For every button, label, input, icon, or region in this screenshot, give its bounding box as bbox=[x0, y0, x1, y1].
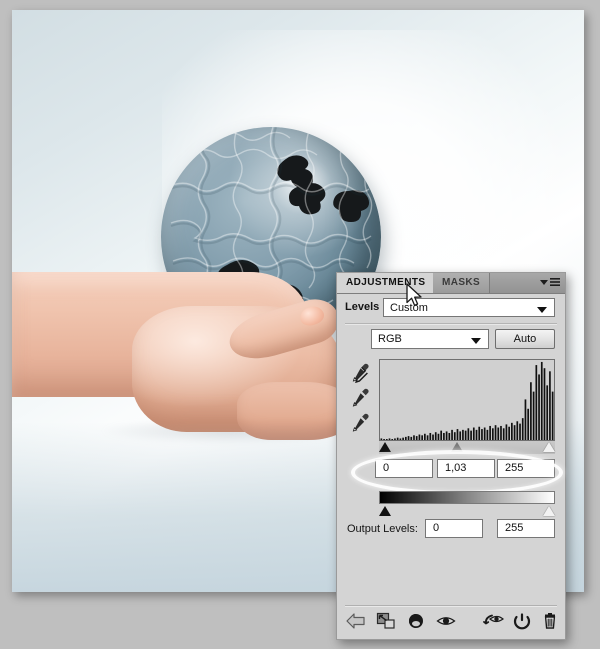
histogram bbox=[379, 359, 555, 441]
adjustments-panel: ADJUSTMENTS MASKS Levels Custom RGB Auto bbox=[336, 272, 566, 640]
input-black-point-knob[interactable] bbox=[379, 442, 391, 452]
levels-header-row: Levels Custom bbox=[337, 294, 565, 322]
input-levels-slider[interactable] bbox=[379, 441, 555, 454]
auto-button-label: Auto bbox=[513, 333, 537, 345]
input-gamma-knob[interactable] bbox=[451, 442, 464, 452]
output-levels-row: Output Levels: 0 255 bbox=[337, 519, 565, 541]
divider bbox=[345, 323, 557, 325]
output-levels-label: Output Levels: bbox=[347, 523, 418, 535]
panel-menu-icon[interactable] bbox=[539, 277, 561, 289]
delete-adjustment-layer-button[interactable] bbox=[539, 610, 561, 632]
output-levels-gradient bbox=[379, 491, 555, 504]
toggle-layer-visibility-button[interactable] bbox=[435, 610, 457, 632]
clip-to-layer-button[interactable] bbox=[375, 610, 397, 632]
input-gamma-field[interactable]: 1,03 bbox=[437, 459, 495, 478]
new-adjustment-preset-button[interactable] bbox=[405, 610, 427, 632]
adjustment-title: Levels bbox=[345, 301, 380, 313]
input-white-point-knob[interactable] bbox=[543, 442, 555, 452]
panel-tab-bar: ADJUSTMENTS MASKS bbox=[337, 273, 565, 294]
set-white-point-eyedropper[interactable] bbox=[349, 411, 371, 433]
input-white-field[interactable]: 255 bbox=[497, 459, 555, 478]
output-black-field[interactable]: 0 bbox=[425, 519, 483, 538]
auto-button[interactable]: Auto bbox=[495, 329, 555, 349]
channel-select-value: RGB bbox=[378, 333, 402, 345]
return-to-adjustment-list-button[interactable] bbox=[345, 610, 367, 632]
output-white-point-knob[interactable] bbox=[543, 506, 555, 516]
tab-masks[interactable]: MASKS bbox=[433, 273, 491, 293]
mouse-cursor bbox=[405, 283, 425, 309]
chevron-down-icon bbox=[471, 338, 481, 344]
set-black-point-eyedropper[interactable] bbox=[349, 361, 371, 384]
chevron-down-icon bbox=[537, 307, 547, 313]
output-white-field[interactable]: 255 bbox=[497, 519, 555, 538]
output-levels-slider[interactable] bbox=[379, 505, 555, 517]
reset-adjustment-button[interactable] bbox=[511, 610, 533, 632]
set-gray-point-eyedropper[interactable] bbox=[349, 386, 371, 408]
output-black-point-knob[interactable] bbox=[379, 506, 391, 516]
tab-masks-label: MASKS bbox=[442, 277, 481, 288]
eyedropper-group bbox=[349, 361, 373, 433]
input-black-field[interactable]: 0 bbox=[375, 459, 433, 478]
channel-row: RGB Auto bbox=[337, 329, 565, 353]
panel-bottom-toolbar bbox=[337, 607, 565, 637]
channel-select[interactable]: RGB bbox=[371, 329, 489, 349]
preview-previous-state-button[interactable] bbox=[483, 610, 505, 632]
